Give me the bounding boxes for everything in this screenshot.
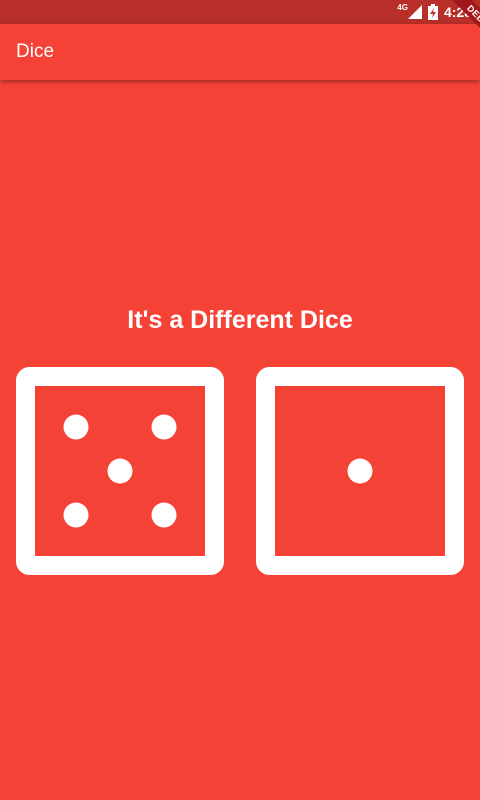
dice-area [0, 367, 480, 575]
status-time: 4:28 [443, 4, 472, 20]
app-bar: Dice [0, 24, 480, 80]
die-pip [151, 414, 177, 440]
network-type-label: 4G [397, 2, 408, 12]
dice-heading: It's a Different Dice [127, 306, 353, 334]
die-pip [63, 502, 89, 528]
die-pip [107, 458, 133, 484]
status-bar: 4G 4:28 [0, 0, 480, 24]
die-pip [347, 458, 373, 484]
signal-icon [407, 5, 422, 19]
right-die[interactable] [256, 367, 464, 575]
status-icons: 4G 4:28 [397, 0, 472, 24]
die-pip [63, 414, 89, 440]
app-title: Dice [16, 41, 55, 62]
left-die[interactable] [16, 367, 224, 575]
battery-charging-icon [427, 4, 438, 20]
die-pip [151, 502, 177, 528]
